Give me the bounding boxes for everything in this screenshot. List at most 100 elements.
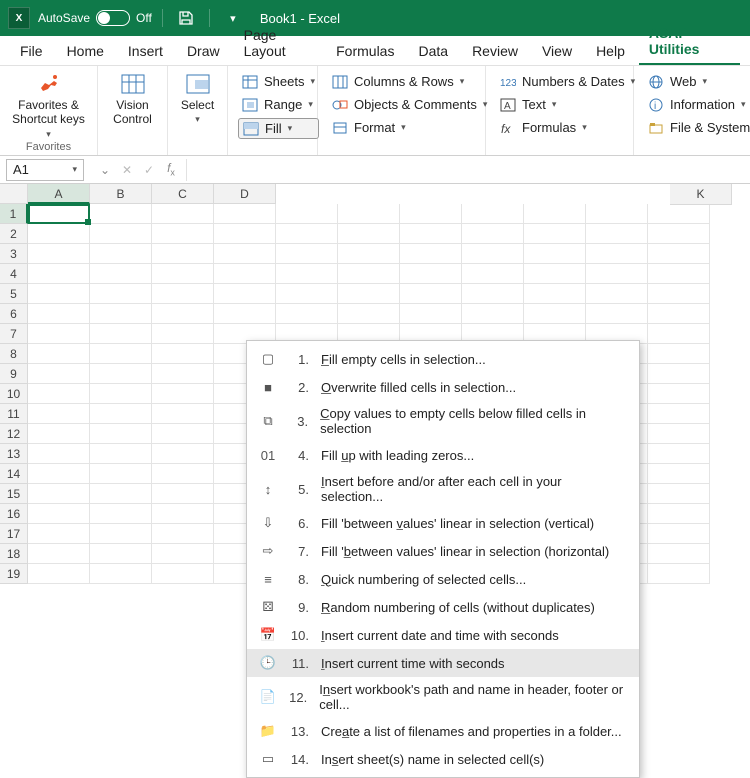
tab-help[interactable]: Help xyxy=(586,37,635,65)
row-header[interactable]: 12 xyxy=(0,424,28,444)
information-button[interactable]: iInformation ▾ xyxy=(644,95,750,114)
cell[interactable] xyxy=(90,524,152,544)
cell[interactable] xyxy=(524,304,586,324)
cell[interactable] xyxy=(586,284,648,304)
columns-rows-button[interactable]: Columns & Rows ▾ xyxy=(328,72,491,91)
cell[interactable] xyxy=(28,364,90,384)
cell[interactable] xyxy=(524,204,586,224)
cell[interactable] xyxy=(152,444,214,464)
cell[interactable] xyxy=(524,224,586,244)
cell[interactable] xyxy=(648,484,710,504)
row-header[interactable]: 7 xyxy=(0,324,28,344)
vision-control-button[interactable]: Vision Control xyxy=(101,72,165,127)
cell[interactable] xyxy=(152,504,214,524)
cell[interactable] xyxy=(214,224,276,244)
cell[interactable] xyxy=(28,424,90,444)
tab-draw[interactable]: Draw xyxy=(177,37,230,65)
cell[interactable] xyxy=(462,264,524,284)
cell[interactable] xyxy=(648,364,710,384)
row-header[interactable]: 3 xyxy=(0,244,28,264)
cell[interactable] xyxy=(152,284,214,304)
fx-icon[interactable]: fx xyxy=(160,161,182,177)
cell[interactable] xyxy=(276,284,338,304)
cell[interactable] xyxy=(28,264,90,284)
cell[interactable] xyxy=(90,444,152,464)
row-header[interactable]: 13 xyxy=(0,444,28,464)
cell[interactable] xyxy=(462,304,524,324)
row-header[interactable]: 14 xyxy=(0,464,28,484)
cell[interactable] xyxy=(338,264,400,284)
tab-page-layout[interactable]: Page Layout xyxy=(234,21,323,65)
favorites-button[interactable]: Favorites & Shortcut keys ▾ xyxy=(12,72,85,140)
column-header[interactable]: D xyxy=(214,184,276,204)
cell[interactable] xyxy=(152,544,214,564)
cell[interactable] xyxy=(400,244,462,264)
cell[interactable] xyxy=(152,424,214,444)
select-button[interactable]: Select ▾ xyxy=(166,72,230,125)
cell[interactable] xyxy=(586,244,648,264)
text-button[interactable]: AText ▾ xyxy=(496,95,639,114)
cell[interactable] xyxy=(28,524,90,544)
column-header[interactable]: C xyxy=(152,184,214,204)
cell[interactable] xyxy=(28,304,90,324)
cell[interactable] xyxy=(90,464,152,484)
cell[interactable] xyxy=(28,504,90,524)
cell[interactable] xyxy=(214,244,276,264)
cell[interactable] xyxy=(90,564,152,584)
cell[interactable] xyxy=(152,304,214,324)
cell[interactable] xyxy=(400,204,462,224)
cell[interactable] xyxy=(586,224,648,244)
cell[interactable] xyxy=(28,224,90,244)
objects-comments-button[interactable]: Objects & Comments ▾ xyxy=(328,95,491,114)
cell[interactable] xyxy=(152,404,214,424)
row-header[interactable]: 6 xyxy=(0,304,28,324)
enter-formula-icon[interactable]: ✓ xyxy=(138,163,160,177)
cell[interactable] xyxy=(400,284,462,304)
cell[interactable] xyxy=(462,224,524,244)
cell[interactable] xyxy=(28,544,90,564)
cell[interactable] xyxy=(276,264,338,284)
cell[interactable] xyxy=(90,544,152,564)
cell[interactable] xyxy=(276,204,338,224)
cell[interactable] xyxy=(214,284,276,304)
menu-item-8[interactable]: ≡8.Quick numbering of selected cells... xyxy=(247,565,639,593)
cell[interactable] xyxy=(276,304,338,324)
menu-item-1[interactable]: ▢1.Fill empty cells in selection... xyxy=(247,345,639,373)
menu-item-12[interactable]: 📄12.Insert workbook's path and name in h… xyxy=(247,677,639,717)
cell[interactable] xyxy=(462,244,524,264)
row-header[interactable]: 11 xyxy=(0,404,28,424)
cell[interactable] xyxy=(524,264,586,284)
column-header[interactable]: B xyxy=(90,184,152,204)
menu-item-7[interactable]: ⇨7.Fill 'between values' linear in selec… xyxy=(247,537,639,565)
cell[interactable] xyxy=(90,324,152,344)
cell[interactable] xyxy=(28,244,90,264)
format-button[interactable]: Format ▾ xyxy=(328,118,491,137)
fill-button[interactable]: Fill ▾ xyxy=(238,118,319,139)
cell[interactable] xyxy=(462,204,524,224)
dropdown-history-icon[interactable]: ⌄ xyxy=(94,163,116,177)
cell[interactable] xyxy=(338,224,400,244)
cell[interactable] xyxy=(462,284,524,304)
file-system-button[interactable]: File & System ▾ xyxy=(644,118,750,137)
cell[interactable] xyxy=(152,524,214,544)
select-all-corner[interactable] xyxy=(0,184,28,204)
cell[interactable] xyxy=(524,284,586,304)
cancel-formula-icon[interactable]: ✕ xyxy=(116,163,138,177)
cell[interactable] xyxy=(276,244,338,264)
tab-review[interactable]: Review xyxy=(462,37,528,65)
cell[interactable] xyxy=(338,244,400,264)
web-button[interactable]: Web ▾ xyxy=(644,72,750,91)
cell[interactable] xyxy=(28,384,90,404)
cell[interactable] xyxy=(586,204,648,224)
cell[interactable] xyxy=(214,304,276,324)
row-header[interactable]: 2 xyxy=(0,224,28,244)
row-header[interactable]: 1 xyxy=(0,204,28,224)
cell[interactable] xyxy=(648,504,710,524)
cell[interactable] xyxy=(648,424,710,444)
cell[interactable] xyxy=(152,484,214,504)
cell[interactable] xyxy=(648,324,710,344)
cell[interactable] xyxy=(152,384,214,404)
cell[interactable] xyxy=(152,364,214,384)
menu-item-2[interactable]: ■2.Overwrite filled cells in selection..… xyxy=(247,373,639,401)
cell[interactable] xyxy=(152,244,214,264)
